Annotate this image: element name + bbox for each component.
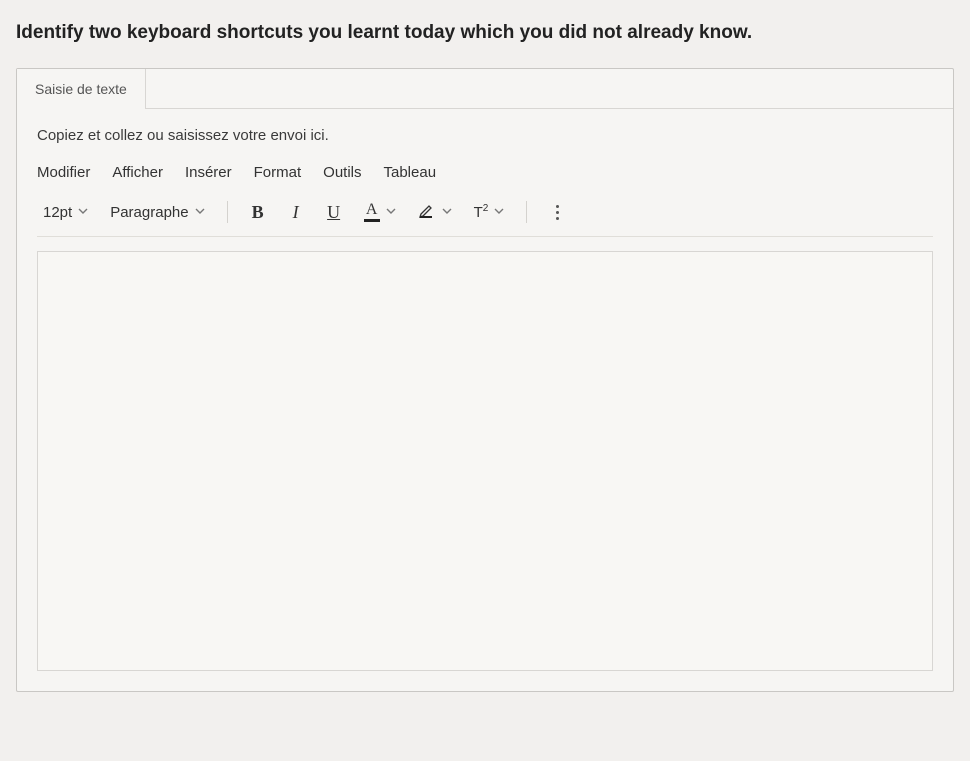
font-size-label: 12pt <box>43 204 72 221</box>
more-options-button[interactable] <box>543 197 571 228</box>
chevron-down-icon <box>386 206 396 218</box>
menu-modifier[interactable]: Modifier <box>37 164 90 181</box>
kebab-icon <box>552 201 563 224</box>
chevron-down-icon <box>78 206 88 218</box>
block-format-label: Paragraphe <box>110 204 188 221</box>
editor-hint: Copiez et collez ou saisissez votre envo… <box>37 127 933 144</box>
superscript-icon: T2 <box>474 203 489 221</box>
tab-strip: Saisie de texte <box>17 69 953 109</box>
editor-menubar: Modifier Afficher Insérer Format Outils … <box>37 164 933 181</box>
bold-button[interactable]: B <box>244 198 272 227</box>
bold-icon: B <box>252 202 264 223</box>
italic-icon: I <box>293 202 299 223</box>
tab-text-entry[interactable]: Saisie de texte <box>17 69 146 109</box>
menu-inserer[interactable]: Insérer <box>185 164 232 181</box>
question-prompt: Identify two keyboard shortcuts you lear… <box>16 20 954 46</box>
editor-wrapper: Copiez et collez ou saisissez votre envo… <box>17 109 953 251</box>
chevron-down-icon <box>442 206 452 218</box>
highlight-color-button[interactable] <box>412 197 458 227</box>
superscript-button[interactable]: T2 <box>468 199 511 225</box>
chevron-down-icon <box>195 206 205 218</box>
menu-afficher[interactable]: Afficher <box>112 164 163 181</box>
menu-format[interactable]: Format <box>254 164 302 181</box>
editor-toolbar: 12pt Paragraphe B I U <box>37 197 933 237</box>
menu-tableau[interactable]: Tableau <box>384 164 437 181</box>
font-size-select[interactable]: 12pt <box>37 200 94 225</box>
toolbar-separator <box>227 201 228 223</box>
rich-text-editor[interactable] <box>37 251 933 671</box>
block-format-select[interactable]: Paragraphe <box>104 200 210 225</box>
italic-button[interactable]: I <box>282 198 310 227</box>
menu-outils[interactable]: Outils <box>323 164 361 181</box>
highlighter-icon <box>418 201 436 223</box>
underline-button[interactable]: U <box>320 198 348 227</box>
text-color-button[interactable]: A <box>358 198 402 226</box>
answer-panel: Saisie de texte Copiez et collez ou sais… <box>16 68 954 692</box>
chevron-down-icon <box>494 206 504 218</box>
toolbar-separator <box>526 201 527 223</box>
text-color-icon: A <box>364 202 380 222</box>
underline-icon: U <box>327 202 340 223</box>
